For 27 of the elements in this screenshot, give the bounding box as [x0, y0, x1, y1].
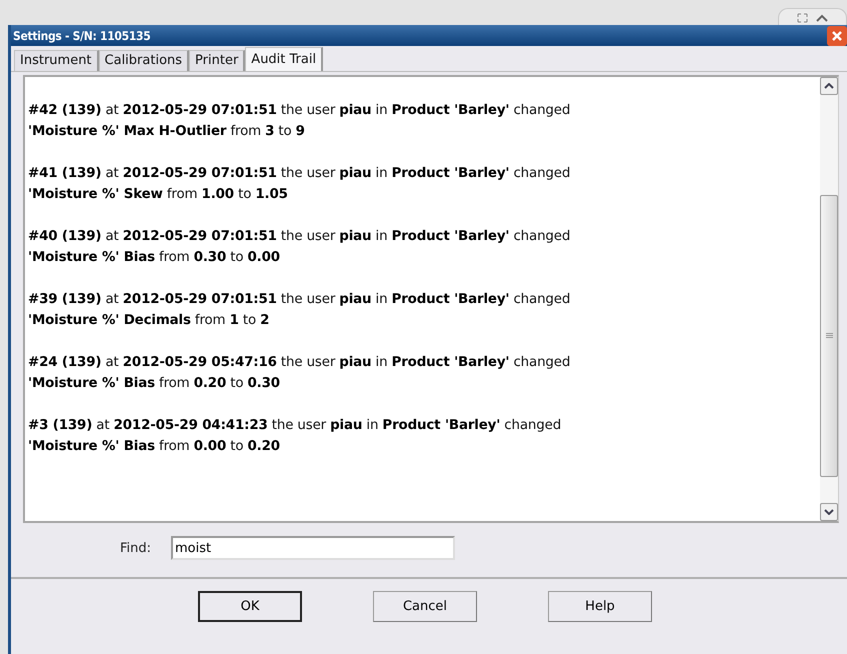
- find-field[interactable]: moist: [171, 536, 456, 560]
- audit-entry: #24 (139) at 2012-05-29 05:47:16 the user piau in Product 'Barley' changed 'Moisture %' Bias from 0.20 to 0.30: [28, 354, 572, 393]
- expand-icon[interactable]: [797, 13, 808, 23]
- dialog-button[interactable]: Help: [548, 591, 652, 622]
- tab[interactable]: Audit Trail: [245, 47, 324, 71]
- audit-entry: #41 (139) at 2012-05-29 07:01:51 the user piau in Product 'Barley' changed 'Moisture %' Skew from 1.00 to 1.05: [28, 165, 572, 204]
- chevron-down-icon: [824, 509, 834, 515]
- chevron-up-icon[interactable]: [816, 14, 828, 22]
- tab[interactable]: Calibrations: [98, 50, 190, 71]
- close-icon: [831, 30, 843, 42]
- grip-icon: [826, 333, 832, 339]
- scroll-thumb[interactable]: [820, 195, 838, 477]
- audit-entry: #42 (139) at 2012-05-29 07:01:51 the user piau in Product 'Barley' changed 'Moisture %' Max H-Outlier from 3 to 9: [28, 102, 572, 141]
- tab[interactable]: Printer: [189, 50, 246, 71]
- dialog-button[interactable]: Cancel: [373, 591, 477, 622]
- scroll-down-button[interactable]: [820, 503, 838, 521]
- dialog-button[interactable]: OK: [198, 591, 302, 622]
- chevron-up-icon: [824, 83, 834, 89]
- scroll-up-button[interactable]: [820, 77, 838, 95]
- find-label: Find:: [120, 540, 152, 556]
- close-button[interactable]: [827, 26, 847, 46]
- scrollbar[interactable]: [820, 77, 838, 521]
- audit-entry: #39 (139) at 2012-05-29 07:01:51 the user piau in Product 'Barley' changed 'Moisture %' Decimals from 1 to 2: [28, 291, 572, 330]
- tab[interactable]: Instrument: [14, 50, 99, 71]
- audit-entry: #3 (139) at 2012-05-29 04:41:23 the user piau in Product 'Barley' changed 'Moisture %' Bias from 0.00 to 0.20: [28, 417, 562, 456]
- audit-entry: #40 (139) at 2012-05-29 07:01:51 the user piau in Product 'Barley' changed 'Moisture %' Bias from 0.30 to 0.00: [28, 228, 572, 267]
- window-title: Settings - S/N: 1105135: [13, 28, 150, 42]
